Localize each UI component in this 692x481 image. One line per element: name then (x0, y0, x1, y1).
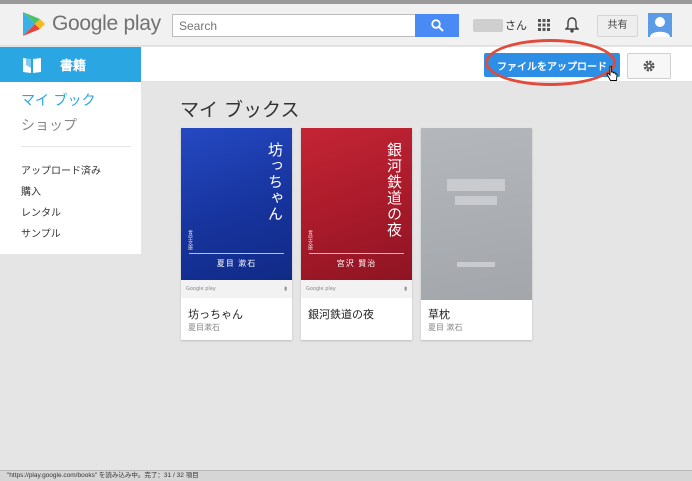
settings-button[interactable] (627, 53, 671, 79)
upload-file-button[interactable]: ファイルをアップロード (484, 53, 620, 77)
cover-art: 坊っちゃん 青空文庫 夏目 漱石 (181, 128, 292, 280)
cover-art-placeholder (421, 128, 532, 300)
book-cover[interactable]: 坊っちゃん 青空文庫 夏目 漱石 Google play ▮ (181, 128, 292, 298)
search-input[interactable] (173, 15, 415, 36)
book-title[interactable]: 銀河鉄道の夜 (308, 306, 374, 322)
cover-footer: Google play ▮ (301, 280, 412, 298)
redacted-username (473, 18, 503, 32)
search-bar (172, 14, 459, 37)
book-cover[interactable]: 銀河鉄道の夜 青空文庫 宮沢 賢治 Google play ▮ (301, 128, 412, 298)
cover-art: 銀河鉄道の夜 青空文庫 宮沢 賢治 (301, 128, 412, 280)
cover-publisher: 青空文庫 (307, 230, 313, 250)
cover-footer-brand: Google play (306, 286, 336, 292)
book-cover[interactable] (421, 128, 532, 300)
top-header: Google play さん 共有 (0, 0, 692, 46)
cover-publisher: 青空文庫 (187, 230, 193, 250)
cover-rule (309, 253, 404, 254)
window-top-edge (0, 0, 692, 4)
books-section-tab[interactable]: 書籍 (0, 47, 141, 82)
avatar[interactable] (648, 13, 672, 37)
cover-author: 宮沢 賢治 (336, 259, 377, 268)
search-button[interactable] (415, 14, 459, 37)
bookmark-icon: ▮ (284, 286, 287, 292)
cover-placeholder-bar (455, 196, 497, 205)
gear-icon (643, 60, 655, 72)
book-card[interactable]: 銀河鉄道の夜 青空文庫 宮沢 賢治 Google play ▮ 銀河鉄道の夜 (301, 128, 412, 340)
logo-text: Google play (52, 12, 161, 35)
section-bar: 書籍 ファイルをアップロード (0, 47, 692, 82)
book-author: 夏目 漱石 (428, 323, 463, 332)
user-suffix: さん (505, 19, 527, 32)
sidebar-item-purchased[interactable]: 購入 (21, 183, 41, 198)
bookmark-icon: ▮ (404, 286, 407, 292)
hand-cursor-icon (606, 66, 618, 81)
book-card[interactable]: 坊っちゃん 青空文庫 夏目 漱石 Google play ▮ 坊っちゃん 夏目漱… (181, 128, 292, 340)
search-icon (430, 19, 444, 32)
user-silhouette-icon (650, 17, 670, 37)
sidebar-item-my-books[interactable]: マイ ブック (21, 90, 95, 110)
play-triangle-icon (23, 12, 45, 36)
cover-title: 坊っちゃん (266, 142, 284, 222)
cover-author: 夏目 漱石 (216, 259, 257, 268)
google-play-logo[interactable]: Google play (22, 10, 161, 38)
cover-title: 銀河鉄道の夜 (385, 142, 403, 238)
page-title: マイ ブックス (180, 99, 300, 121)
book-title[interactable]: 草枕 (428, 306, 450, 322)
sidebar-item-rental[interactable]: レンタル (21, 204, 61, 219)
sidebar-item-uploaded[interactable]: アップロード済み (21, 162, 101, 177)
notification-bell-icon[interactable] (565, 17, 579, 33)
user-name[interactable]: さん (473, 17, 527, 33)
book-author: 夏目漱石 (188, 323, 220, 332)
share-button[interactable]: 共有 (597, 15, 638, 37)
sidebar-divider (21, 146, 131, 147)
book-card[interactable]: 草枕 夏目 漱石 (421, 128, 532, 340)
browser-status-bar: "https://play.google.com/books" を読み込み中。完… (0, 470, 692, 481)
sidebar: マイ ブック ショップ アップロード済み 購入 レンタル サンプル (0, 82, 141, 254)
sidebar-item-sample[interactable]: サンプル (21, 225, 61, 240)
sidebar-item-shop[interactable]: ショップ (21, 115, 77, 135)
section-label: 書籍 (60, 59, 87, 74)
book-icon (23, 55, 41, 73)
cover-rule (189, 253, 284, 254)
cover-placeholder-bar (457, 262, 495, 267)
apps-grid-icon[interactable] (538, 19, 550, 31)
cover-footer-brand: Google play (186, 286, 216, 292)
book-title[interactable]: 坊っちゃん (188, 306, 243, 322)
cover-placeholder-bar (447, 179, 505, 191)
cover-footer: Google play ▮ (181, 280, 292, 298)
